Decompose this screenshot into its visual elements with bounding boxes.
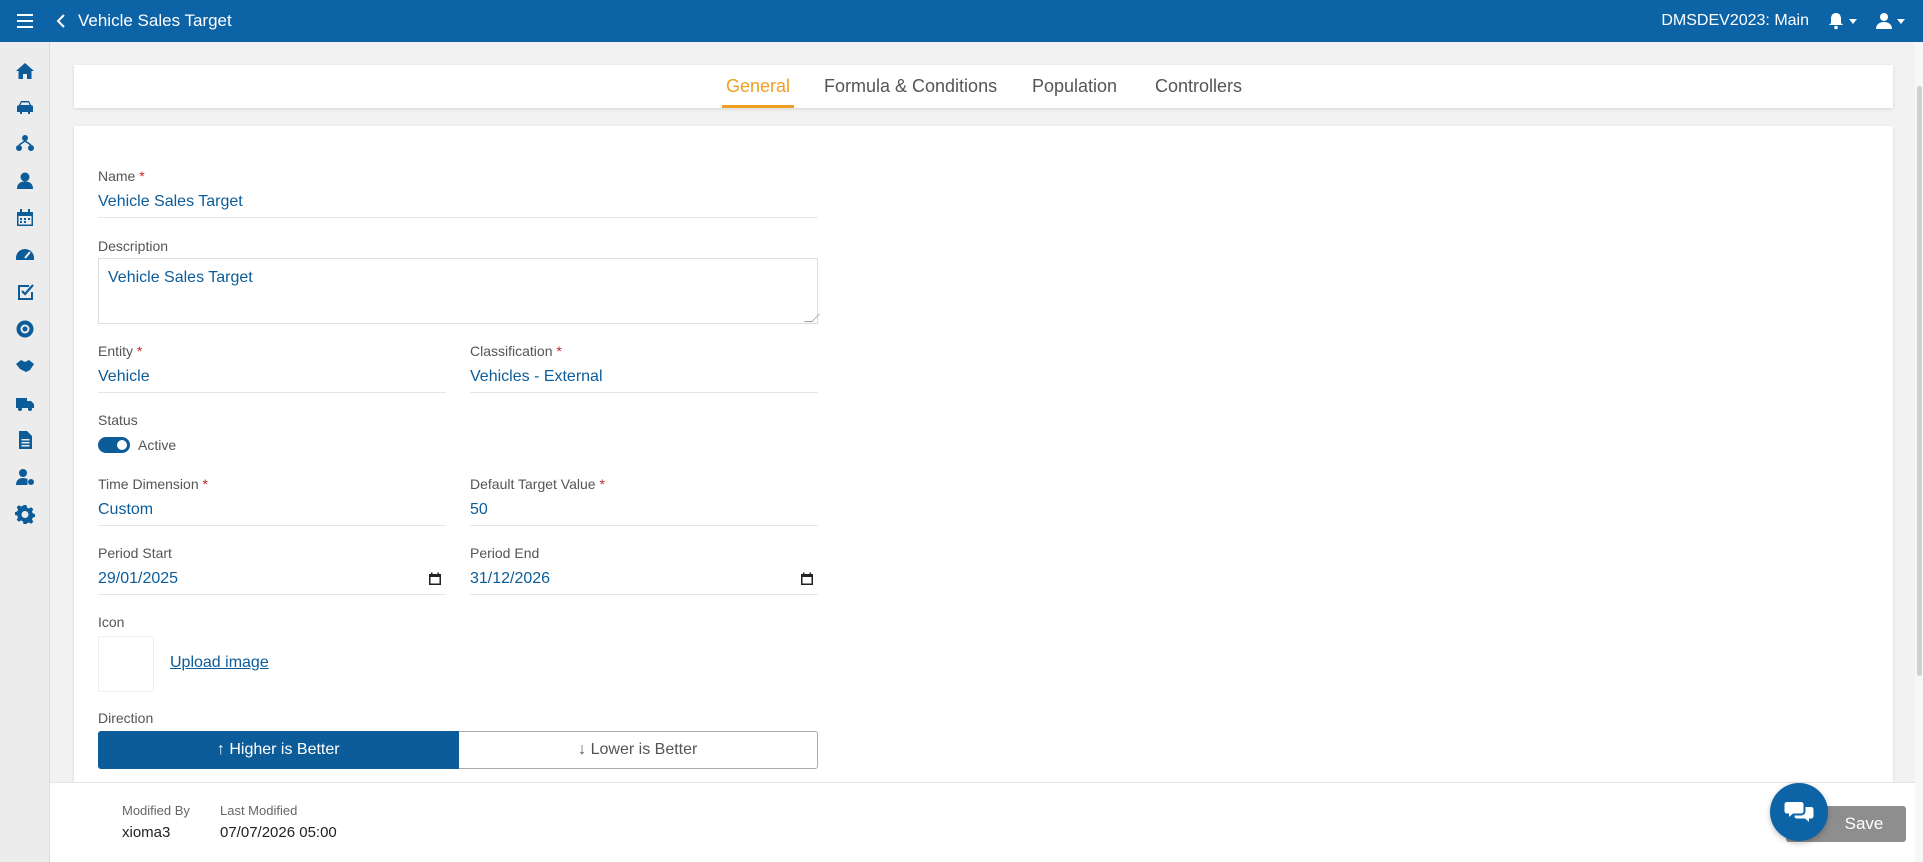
entity-label: Entity * xyxy=(98,343,143,359)
tab-population[interactable]: Population xyxy=(1032,65,1117,108)
last-modified-label: Last Modified xyxy=(220,803,298,818)
period-start-label: Period Start xyxy=(98,545,172,561)
sidebar-document-icon[interactable] xyxy=(0,425,50,455)
sidebar-speedometer-icon[interactable] xyxy=(0,240,50,270)
default-target-label: Default Target Value * xyxy=(470,476,605,492)
sidebar-user-settings-icon[interactable] xyxy=(0,462,50,492)
status-label: Status xyxy=(98,412,138,428)
tab-controllers[interactable]: Controllers xyxy=(1155,65,1242,108)
sidebar-home-icon[interactable] xyxy=(0,56,50,86)
direction-label: Direction xyxy=(98,710,154,726)
user-icon xyxy=(1876,13,1892,29)
sidebar xyxy=(0,42,50,862)
period-end-label: Period End xyxy=(470,545,540,561)
classification-select[interactable]: Vehicles - External xyxy=(470,368,818,393)
chat-icon xyxy=(1784,802,1814,822)
company-selector[interactable]: DMSDEV2023: Main xyxy=(1661,12,1809,30)
name-input[interactable]: Vehicle Sales Target xyxy=(98,193,818,218)
page-title: Vehicle Sales Target xyxy=(78,11,232,30)
chat-button[interactable] xyxy=(1770,783,1828,841)
tab-formula-conditions[interactable]: Formula & Conditions xyxy=(824,65,997,108)
name-label: Name * xyxy=(98,168,145,184)
period-end-input[interactable]: 31/12/2026 xyxy=(470,570,818,595)
user-menu-dropdown[interactable] xyxy=(1875,12,1905,30)
scrollbar-thumb[interactable] xyxy=(1917,86,1922,676)
time-dimension-select[interactable]: Custom xyxy=(98,501,446,526)
sidebar-users-icon[interactable] xyxy=(0,166,50,196)
general-form: Name * Vehicle Sales Target Description … xyxy=(74,126,1893,786)
footer-bar: Modified By xioma3 Last Modified 07/07/2… xyxy=(50,782,1923,862)
entity-select[interactable]: Vehicle xyxy=(98,368,446,393)
chevron-down-icon xyxy=(1897,18,1905,24)
calendar-icon[interactable] xyxy=(800,572,814,586)
modified-by-label: Modified By xyxy=(122,803,190,818)
status-value: Active xyxy=(138,437,177,453)
sidebar-calendar-icon[interactable] xyxy=(0,203,50,233)
sidebar-task-check-icon[interactable] xyxy=(0,277,50,307)
page-scrollbar[interactable] xyxy=(1915,42,1923,862)
description-label: Description xyxy=(98,238,169,254)
description-textarea[interactable]: Vehicle Sales Target xyxy=(98,258,820,324)
icon-preview xyxy=(98,636,154,692)
time-dimension-label: Time Dimension * xyxy=(98,476,208,492)
status-toggle[interactable] xyxy=(98,437,130,453)
sidebar-truck-settings-icon[interactable] xyxy=(0,388,50,418)
period-start-input[interactable]: 29/01/2025 xyxy=(98,570,446,595)
sidebar-network-icon[interactable] xyxy=(0,129,50,159)
default-target-input[interactable]: 50 xyxy=(470,501,818,526)
last-modified-value: 07/07/2026 05:00 xyxy=(220,824,337,841)
icon-label: Icon xyxy=(98,614,125,630)
sidebar-handshake-icon[interactable] xyxy=(0,351,50,381)
calendar-icon[interactable] xyxy=(428,572,442,586)
higher-is-better-button[interactable]: ↑ Higher is Better xyxy=(98,731,459,769)
tab-general[interactable]: General xyxy=(721,65,795,108)
hamburger-menu-icon[interactable] xyxy=(0,0,50,42)
sidebar-gear-icon[interactable] xyxy=(0,499,50,529)
modified-by-value: xioma3 xyxy=(122,824,171,841)
sidebar-tire-icon[interactable] xyxy=(0,314,50,344)
description-text: Vehicle Sales Target xyxy=(108,269,253,286)
back-arrow-icon[interactable] xyxy=(50,0,72,42)
top-app-bar: Vehicle Sales Target DMSDEV2023: Main xyxy=(0,0,1923,42)
toggle-knob xyxy=(117,440,127,450)
direction-toggle-group: ↑ Higher is Better ↓ Lower is Better xyxy=(98,731,818,769)
upload-image-link[interactable]: Upload image xyxy=(170,654,269,672)
classification-label: Classification * xyxy=(470,343,562,359)
resize-handle-icon[interactable] xyxy=(804,314,820,322)
tab-bar: General Formula & Conditions Population … xyxy=(74,65,1893,108)
bell-icon xyxy=(1829,13,1843,30)
notifications-dropdown[interactable] xyxy=(1827,12,1857,30)
lower-is-better-button[interactable]: ↓ Lower is Better xyxy=(458,731,818,769)
sidebar-car-icon[interactable] xyxy=(0,92,50,122)
chevron-down-icon xyxy=(1849,18,1857,24)
